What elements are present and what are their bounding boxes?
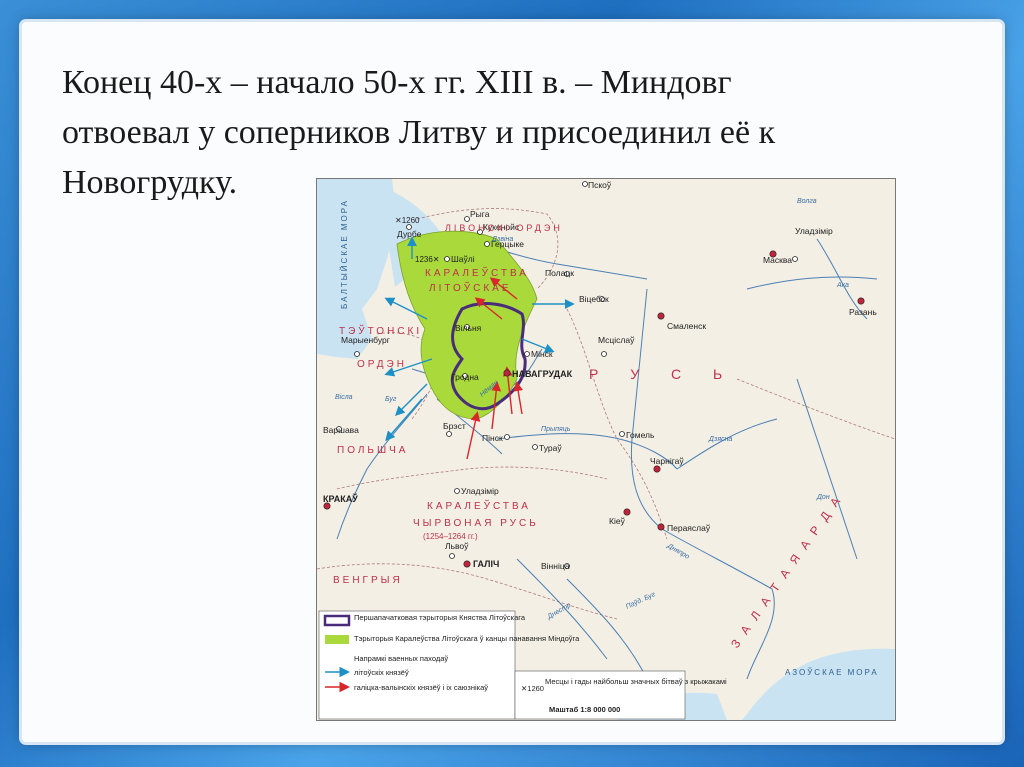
city-maskva: Масква xyxy=(763,255,792,265)
region-red-rus-1: КАРАЛЕЎСТВА xyxy=(427,499,531,512)
city-grodna: Гродна xyxy=(451,372,479,382)
legend-swatch-kingdom xyxy=(325,635,349,644)
city-lvou: Львоў xyxy=(445,541,469,551)
city-galich: ГАЛІЧ xyxy=(473,559,499,569)
region-rus: Р У С Ь xyxy=(589,366,736,382)
river-prypiats: Прыпяць xyxy=(541,426,571,433)
title-line-1: Конец 40-х – начало 50-х гг. XIII в. – М… xyxy=(62,64,732,101)
city-pereyaslau: Пераяслаў xyxy=(667,523,711,533)
city-durbe: Дурбе xyxy=(397,229,422,239)
legend-battle-example: ✕1260 xyxy=(521,684,544,693)
city-brest: Брэст xyxy=(443,421,466,431)
region-hungary: ВЕНГРЫЯ xyxy=(333,575,403,586)
city-mstsislau: Мсціслаў xyxy=(598,335,635,345)
river-volga: Волга xyxy=(797,198,817,205)
battle-1260: ✕1260 xyxy=(395,216,420,225)
river-bug: Буг xyxy=(385,396,397,403)
city-varshava: Варшава xyxy=(323,425,359,435)
region-red-rus-years: (1254–1264 гг.) xyxy=(423,532,478,541)
region-poland: ПОЛЬШЧА xyxy=(337,445,408,456)
city-pinsk: Пінск xyxy=(482,433,503,443)
legend-initial-territory: Першапачатковая тэрыторыя Княства Літоўс… xyxy=(354,613,526,622)
river-don: Дон xyxy=(816,494,830,501)
title-line-2: отвоевал у соперников Литву и присоедини… xyxy=(62,114,776,151)
region-teutonic-order-1: ТЭЎТОНСКІ xyxy=(339,324,422,337)
city-ryga: Рыга xyxy=(470,209,490,219)
city-vinitsa: Вінніца xyxy=(541,561,570,571)
city-smalensk: Смаленск xyxy=(667,321,706,331)
legend-scale: Маштаб 1:8 000 000 xyxy=(549,705,620,714)
river-visla: Вісла xyxy=(335,393,353,401)
city-charnigau: Чарнігаў xyxy=(650,456,684,466)
city-uladzimir-s: Уладзімір xyxy=(461,486,499,496)
city-pskou: Пскоў xyxy=(588,180,612,190)
city-krakau: КРАКАЎ xyxy=(323,493,358,504)
battle-1236: 1236✕ xyxy=(415,255,440,264)
city-navagrudak: НАВАГРУДАК xyxy=(512,369,573,379)
legend-battles: Месцы і гады найбольш значных бітваў з к… xyxy=(545,677,727,686)
region-lithuanian-kingdom-1: КАРАЛЕЎСТВА xyxy=(425,266,529,279)
city-kieu: Кіеў xyxy=(609,516,626,526)
region-lithuanian-kingdom-2: ЛІТОЎСКАЕ xyxy=(429,281,512,294)
city-uladzimir-n: Уладзімір xyxy=(795,226,833,236)
city-vilnia: Вільня xyxy=(455,323,482,333)
sea-baltic: БАЛТЫЙСКАЕ МОРА xyxy=(340,199,349,309)
city-polatsk: Полацк xyxy=(545,268,574,278)
city-vitsebsk: Віцебск xyxy=(579,294,609,304)
legend-campaigns-heading: Напрамкі ваенных паходаў xyxy=(354,654,448,663)
river-desna: Дзясна xyxy=(708,436,732,443)
river-oka: Ака xyxy=(836,282,849,289)
city-razan: Разань xyxy=(849,307,877,317)
region-livonian-order: ЛІВОНСКІ ОРДЭН xyxy=(445,223,563,233)
city-shauli: Шаўлі xyxy=(451,254,475,264)
legend-kingdom-territory: Тэрыторыя Каралеўства Літоўскага ў канцы… xyxy=(354,634,580,643)
region-red-rus-2: ЧЫРВОНАЯ РУСЬ xyxy=(413,518,539,529)
legend-galician-princes: галіцка-валынскіх князёў і іх саюзнікаў xyxy=(354,683,488,692)
legend-lithuanian-princes: літоўскіх князёў xyxy=(354,668,409,677)
city-gomel: Гомель xyxy=(626,430,655,440)
city-turau: Тураў xyxy=(539,443,562,453)
city-minsk: Мінск xyxy=(531,349,553,359)
sea-azov: АЗОЎСКАЕ МОРА xyxy=(785,668,879,677)
historical-map: Пскоў Рыга Кукенойс Герцыке Дурбе Шаўлі … xyxy=(316,178,896,721)
river-dzvina: Дзвіна xyxy=(491,235,513,243)
region-teutonic-order-2: ОРДЭН xyxy=(357,359,407,370)
